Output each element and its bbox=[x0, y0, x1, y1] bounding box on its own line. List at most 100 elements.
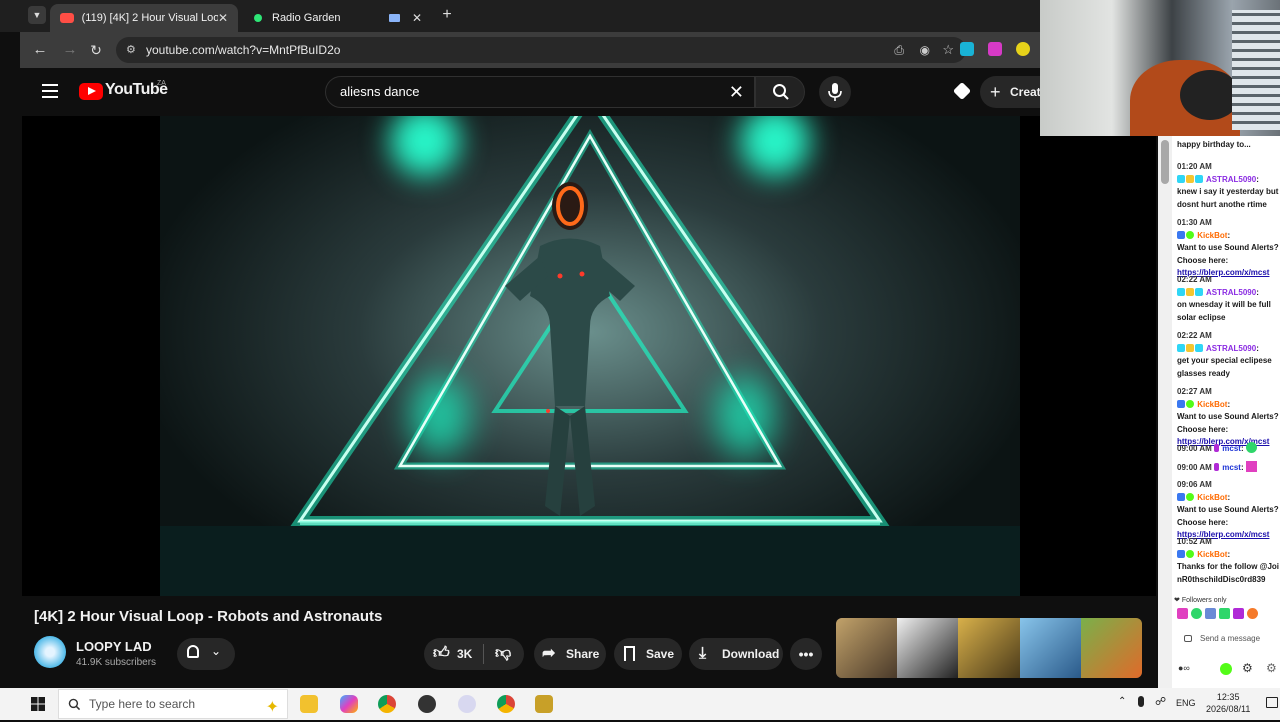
taskbar-search-input[interactable]: Type here to search ✦ bbox=[58, 689, 288, 719]
dislike-button[interactable]: 👎︎ bbox=[486, 638, 524, 670]
tray-overflow-icon[interactable]: ⌃ bbox=[1118, 696, 1126, 707]
chat-username[interactable]: mcst bbox=[1222, 444, 1241, 453]
search-button[interactable] bbox=[755, 76, 805, 108]
extension-translate-icon[interactable] bbox=[960, 42, 974, 56]
download-button[interactable]: ⤓ Download bbox=[689, 638, 783, 670]
emote-icon bbox=[1245, 461, 1257, 472]
obs-icon[interactable] bbox=[418, 695, 436, 713]
install-app-icon[interactable]: ⎙ bbox=[894, 37, 904, 63]
tracking-hidden-icon[interactable]: ◉ bbox=[920, 37, 930, 63]
tab-youtube[interactable]: (119) [4K] 2 Hour Visual Loop - ✕ bbox=[50, 4, 238, 32]
taskbar-clock[interactable]: 12:35 2026/08/11 bbox=[1206, 691, 1250, 715]
extension-pink-icon[interactable] bbox=[988, 42, 1002, 56]
emote-icon[interactable] bbox=[1177, 608, 1188, 619]
save-button[interactable]: Save bbox=[614, 638, 682, 670]
thumbnail[interactable] bbox=[1019, 618, 1081, 678]
chevron-down-icon: ⌄ bbox=[211, 644, 222, 658]
share-arrow-icon: ➦ bbox=[542, 645, 556, 662]
emote-icon[interactable] bbox=[1205, 608, 1216, 619]
kick-logo-icon[interactable] bbox=[1220, 663, 1232, 675]
channel-avatar[interactable] bbox=[34, 636, 66, 668]
language-indicator[interactable]: ENG bbox=[1176, 698, 1196, 708]
search-input[interactable]: aliesns dance ✕ bbox=[325, 76, 755, 108]
ai-sparkle-icon[interactable] bbox=[952, 81, 972, 101]
settings-icon[interactable]: ⚙ bbox=[1242, 661, 1253, 675]
chat-username[interactable]: ASTRAL5090 bbox=[1206, 288, 1256, 297]
chat-timestamp: 10:52 AM bbox=[1177, 537, 1212, 546]
extension-yellow-icon[interactable] bbox=[1016, 42, 1030, 56]
video-player[interactable] bbox=[22, 116, 1156, 596]
chat-username[interactable]: KickBot bbox=[1197, 493, 1227, 502]
gift-badge-icon bbox=[1195, 343, 1203, 352]
microphone-icon bbox=[828, 83, 842, 101]
close-tab-icon[interactable]: ✕ bbox=[412, 11, 422, 25]
chat-username[interactable]: ASTRAL5090 bbox=[1206, 344, 1256, 353]
snipping-tool-icon[interactable] bbox=[458, 695, 476, 713]
youtube-play-logo-icon bbox=[79, 83, 103, 100]
notifications-button[interactable]: ⌄ bbox=[177, 638, 235, 670]
chat-message-text: Want to use Sound Alerts? Choose here: bbox=[1177, 412, 1279, 434]
site-settings-icon[interactable]: ⚙ bbox=[126, 37, 136, 63]
verified-badge-icon bbox=[1186, 549, 1194, 558]
save-label: Save bbox=[646, 647, 675, 661]
emote-icon[interactable] bbox=[1219, 608, 1230, 619]
windows-start-icon[interactable] bbox=[31, 697, 45, 711]
chrome-icon[interactable] bbox=[378, 695, 396, 713]
share-button[interactable]: ➦ Share bbox=[534, 638, 606, 670]
chat-username[interactable]: mcst bbox=[1222, 463, 1241, 472]
plus-icon: + bbox=[990, 82, 1001, 102]
copilot-icon[interactable] bbox=[340, 695, 358, 713]
more-actions-button[interactable]: ••• bbox=[790, 638, 822, 670]
chat-username[interactable]: KickBot bbox=[1197, 550, 1227, 559]
emote-icon[interactable] bbox=[1191, 608, 1202, 619]
emote-icon[interactable] bbox=[1233, 608, 1244, 619]
file-explorer-icon[interactable] bbox=[300, 695, 318, 713]
crown-badge-icon bbox=[1186, 287, 1194, 296]
network-tray-icon[interactable]: ☍ bbox=[1155, 695, 1166, 708]
chat-scrollbar[interactable] bbox=[1158, 136, 1172, 688]
chat-timestamp: 09:00 AM bbox=[1177, 444, 1212, 453]
tab-radio-garden[interactable]: Radio Garden ✕ bbox=[244, 4, 432, 32]
tab-list-dropdown-button[interactable]: ▼ bbox=[28, 6, 46, 24]
chat-scrollbar-thumb[interactable] bbox=[1161, 140, 1169, 184]
channel-name[interactable]: LOOPY LAD bbox=[76, 639, 152, 654]
voice-search-button[interactable] bbox=[819, 76, 851, 108]
chat-username[interactable]: KickBot bbox=[1197, 231, 1227, 240]
thumbnail[interactable] bbox=[958, 618, 1020, 678]
settings-icon[interactable]: ⚙ bbox=[1266, 661, 1277, 675]
new-tab-button[interactable]: + bbox=[438, 6, 456, 24]
robot-dancer-graphic bbox=[505, 182, 635, 516]
chat-timestamp: 02:22 AM bbox=[1177, 331, 1212, 340]
chat-username[interactable]: ASTRAL5090 bbox=[1206, 175, 1256, 184]
emote-picker-icon[interactable]: ●∞ bbox=[1178, 663, 1190, 673]
close-tab-icon[interactable]: ✕ bbox=[218, 11, 228, 25]
chat-message-text: on wnesday it will be full solar eclipse bbox=[1177, 300, 1271, 322]
webcam-window-graphic bbox=[1232, 10, 1280, 130]
reload-button[interactable]: ↻ bbox=[86, 40, 106, 60]
emote-icon bbox=[1245, 442, 1257, 453]
chrome-profile-icon[interactable] bbox=[497, 695, 515, 713]
thumbs-down-icon: 👎︎ bbox=[495, 645, 512, 662]
chat-username[interactable]: KickBot bbox=[1197, 400, 1227, 409]
back-button[interactable]: ← bbox=[30, 40, 50, 60]
thumbnail[interactable] bbox=[897, 618, 959, 678]
like-button[interactable]: 👍︎ 3K bbox=[424, 638, 482, 670]
thumbnail[interactable] bbox=[836, 618, 898, 678]
like-count: 3K bbox=[457, 647, 473, 661]
bookmark-star-icon[interactable]: ☆ bbox=[942, 37, 954, 63]
taskbar-search-placeholder: Type here to search bbox=[89, 697, 196, 711]
search-highlight-icon: ✦ bbox=[265, 699, 279, 716]
microphone-tray-icon[interactable] bbox=[1138, 696, 1144, 707]
clear-search-icon[interactable]: ✕ bbox=[729, 77, 744, 107]
thumbnail[interactable] bbox=[1080, 618, 1142, 678]
guide-menu-icon[interactable] bbox=[42, 84, 58, 98]
notifications-icon[interactable] bbox=[1266, 697, 1278, 708]
forward-button[interactable]: → bbox=[60, 40, 80, 60]
game-app-icon[interactable] bbox=[535, 695, 553, 713]
chat-message-input[interactable]: Send a message bbox=[1176, 630, 1280, 648]
search-query-text: aliesns dance bbox=[340, 84, 420, 99]
chat-message: 02:22 AM ASTRAL5090: get your special ec… bbox=[1177, 330, 1280, 380]
address-bar[interactable]: ⚙ youtube.com/watch?v=MntPfBuID2o ⎙ ◉ ☆ bbox=[116, 37, 966, 63]
emote-icon[interactable] bbox=[1247, 608, 1258, 619]
related-thumbnails-strip[interactable] bbox=[836, 618, 1142, 678]
